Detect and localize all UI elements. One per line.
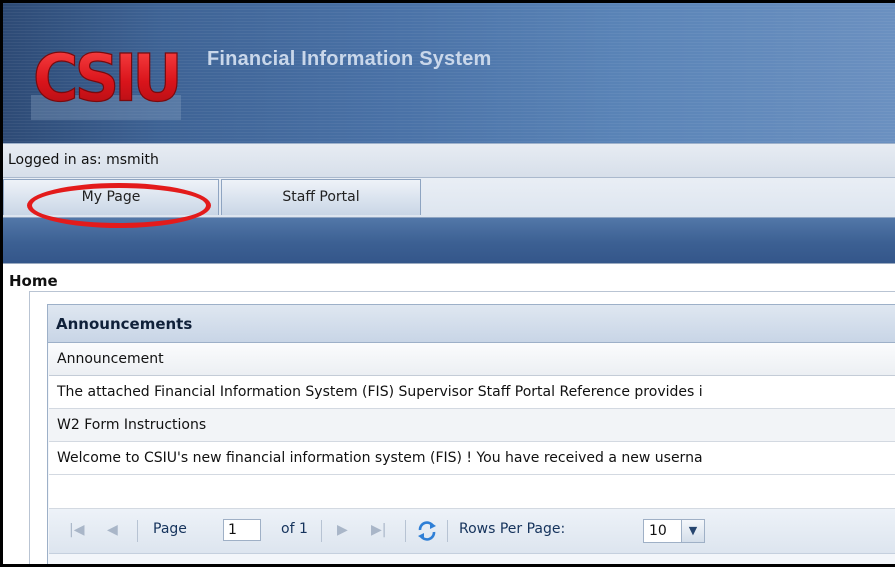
rows-per-page-label: Rows Per Page: <box>459 521 566 537</box>
nav-band <box>3 218 895 263</box>
page-count-label: of 1 <box>281 521 308 537</box>
prev-page-icon[interactable]: ◀ <box>107 522 118 538</box>
table-row[interactable]: Welcome to CSIU's new financial informat… <box>49 442 895 475</box>
announcement-text: Welcome to CSIU's new financial informat… <box>57 450 703 466</box>
logged-in-label: Logged in as: msmith <box>8 152 159 168</box>
csiu-logo: CSIU <box>31 40 183 120</box>
empty-row <box>49 475 895 509</box>
page-number-input[interactable]: 1 <box>223 519 261 541</box>
svg-text:CSIU: CSIU <box>33 40 178 116</box>
first-page-icon[interactable]: |◀ <box>69 522 84 538</box>
refresh-icon[interactable] <box>415 519 439 543</box>
page-label: Page <box>153 521 187 537</box>
login-status-bar: Logged in as: msmith <box>3 143 895 178</box>
last-page-icon[interactable]: ▶| <box>371 522 386 538</box>
next-page-icon[interactable]: ▶ <box>337 522 348 538</box>
announcement-text: The attached Financial Information Syste… <box>57 384 703 400</box>
home-section: Home Announcements Announcement The atta… <box>3 263 895 564</box>
app-title: Financial Information System <box>207 48 492 70</box>
announcements-title: Announcements <box>56 315 193 333</box>
column-header-label: Announcement <box>57 351 164 367</box>
page-title: Home <box>9 272 58 290</box>
announcements-header: Announcements <box>48 305 895 343</box>
rows-per-page-value: 10 <box>649 523 667 539</box>
app-window: CSIU Financial Information System Logged… <box>0 0 895 567</box>
tab-my-page[interactable]: My Page <box>3 179 219 215</box>
table-row[interactable]: W2 Form Instructions <box>49 409 895 442</box>
tab-strip: My Page Staff Portal <box>3 178 895 218</box>
chevron-down-icon[interactable]: ▼ <box>681 520 704 542</box>
column-header-announcement[interactable]: Announcement <box>49 343 895 376</box>
announcement-text: W2 Form Instructions <box>57 417 207 433</box>
announcements-panel: Announcements Announcement The attached … <box>47 304 895 564</box>
tab-staff-portal[interactable]: Staff Portal <box>221 179 421 215</box>
pager: |◀ ◀ Page 1 of 1 ▶ ▶| Rows Per Page: 10 … <box>49 509 895 554</box>
header-banner: CSIU Financial Information System <box>3 3 895 143</box>
table-row[interactable]: The attached Financial Information Syste… <box>49 376 895 409</box>
rows-per-page-select[interactable]: 10 ▼ <box>643 519 705 543</box>
